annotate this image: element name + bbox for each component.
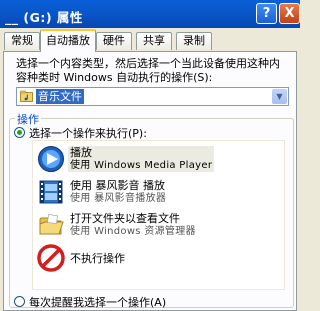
action-subtitle: 使用 Windows 资源管理器 bbox=[70, 226, 196, 237]
action-title: 使用 暴风影音 播放 bbox=[70, 179, 165, 192]
content-type-description: 选择一个内容类型，然后选择一个当此设备使用这种内容种类时 Windows 自动执… bbox=[16, 57, 280, 84]
tab-strip: 常规 自动播放 硬件 共享 录制 bbox=[0, 28, 300, 52]
chevron-down-icon[interactable]: ▼ bbox=[272, 89, 287, 104]
tab-recording[interactable]: 录制 bbox=[176, 32, 212, 50]
storm-player-icon bbox=[39, 180, 63, 204]
content-type-select[interactable]: 音乐文件 ▼ bbox=[16, 87, 289, 106]
radio-prompt-each-time-label[interactable]: 每次提醒我选择一个操作(A) bbox=[29, 294, 166, 310]
action-title: 打开文件夹以查看文件 bbox=[70, 212, 180, 225]
action-item-no-action[interactable]: 不执行操作 bbox=[33, 243, 284, 275]
media-player-icon bbox=[38, 146, 64, 172]
close-button[interactable]: X bbox=[279, 3, 300, 24]
radio-select-action-label[interactable]: 选择一个操作来执行(P): bbox=[29, 125, 147, 141]
action-subtitle: 使用 Windows Media Player bbox=[70, 160, 213, 171]
title-bar[interactable]: __ (G:) 属性 ? X bbox=[0, 0, 300, 28]
radio-select-action[interactable] bbox=[14, 127, 25, 138]
no-action-icon bbox=[37, 244, 65, 272]
tab-autoplay[interactable]: 自动播放 bbox=[40, 29, 96, 52]
help-button[interactable]: ? bbox=[256, 3, 277, 24]
content-type-value: 音乐文件 bbox=[36, 89, 84, 104]
action-list[interactable]: 播放 使用 Windows Media Player 使用 暴风影音 播放 使用… bbox=[32, 140, 285, 290]
action-item-play-wmp[interactable]: 播放 使用 Windows Media Player bbox=[33, 144, 284, 176]
action-title: 播放 bbox=[70, 146, 92, 159]
tab-hardware[interactable]: 硬件 bbox=[96, 32, 132, 50]
radio-prompt-each-time[interactable] bbox=[14, 296, 25, 307]
action-title: 不执行操作 bbox=[70, 252, 125, 265]
folder-icon bbox=[39, 214, 64, 235]
window-title: __ (G:) 属性 bbox=[5, 10, 83, 25]
action-subtitle: 使用 暴风影音播放器 bbox=[70, 193, 167, 204]
music-folder-icon bbox=[20, 90, 33, 102]
tab-sharing[interactable]: 共享 bbox=[136, 32, 172, 50]
tab-general[interactable]: 常规 bbox=[4, 32, 40, 50]
action-item-storm-player[interactable]: 使用 暴风影音 播放 使用 暴风影音播放器 bbox=[33, 177, 284, 209]
action-item-open-folder[interactable]: 打开文件夹以查看文件 使用 Windows 资源管理器 bbox=[33, 210, 284, 242]
